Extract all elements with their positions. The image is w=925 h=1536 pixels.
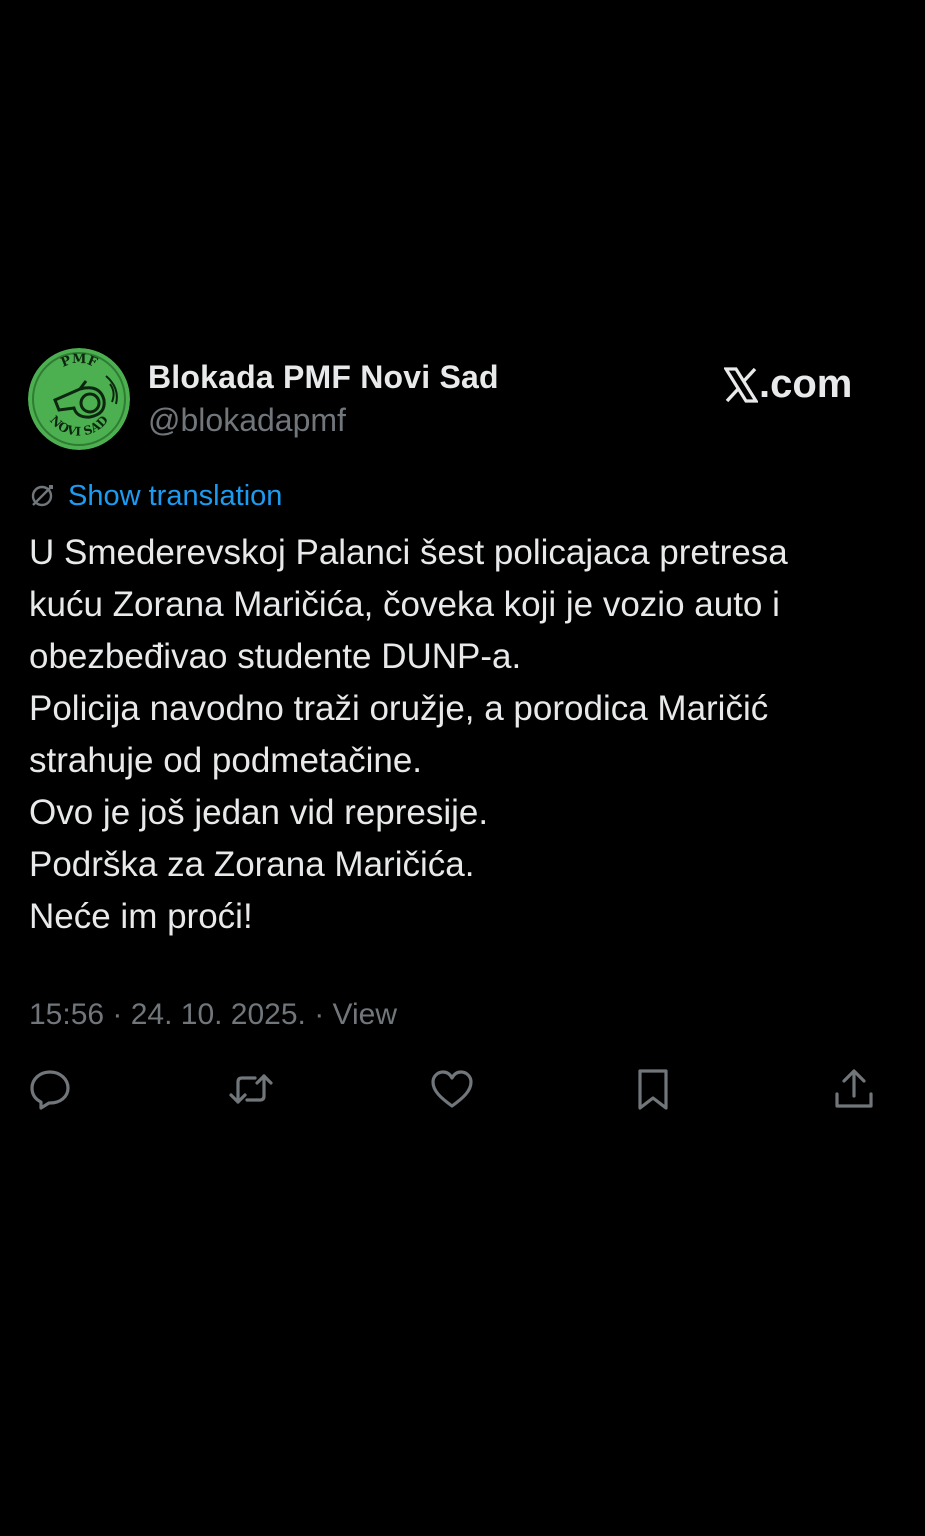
show-translation[interactable]: Show translation: [29, 478, 282, 514]
tweet-actions: [0, 1066, 925, 1116]
reply-button[interactable]: [27, 1066, 73, 1112]
translate-icon: [29, 483, 55, 509]
like-icon: [431, 1070, 473, 1108]
tweet-body: U Smederevskoj Palanci šest policajaca p…: [29, 527, 909, 943]
tweet-body-line: U Smederevskoj Palanci šest policajaca p…: [29, 533, 788, 572]
tweet-body-line: obezbeđivao studente DUNP-a.: [29, 637, 522, 676]
tweet-timestamp[interactable]: 15:56 · 24. 10. 2025. · View: [29, 998, 397, 1032]
tweet-body-line: kuću Zorana Maričića, čoveka koji je voz…: [29, 585, 780, 624]
author-handle[interactable]: @blokadapmf: [148, 402, 346, 439]
share-icon: [835, 1069, 873, 1108]
pmf-logo-icon: PMF NOVI SAD: [28, 348, 130, 450]
like-button[interactable]: [429, 1066, 475, 1112]
retweet-icon: [229, 1074, 273, 1104]
author-display-name[interactable]: Blokada PMF Novi Sad: [148, 359, 499, 396]
share-button[interactable]: [831, 1066, 877, 1112]
tweet-body-line: Ovo je još jedan vid represije.: [29, 793, 489, 832]
tweet-card: PMF NOVI SAD Blokada PMF Novi Sad @bloka…: [0, 0, 925, 1536]
show-translation-link[interactable]: Show translation: [68, 480, 282, 513]
retweet-button[interactable]: [228, 1066, 274, 1112]
bookmark-button[interactable]: [630, 1066, 676, 1112]
brand-domain: .com: [759, 362, 853, 406]
tweet-body-line: Policija navodno traži oružje, a porodic…: [29, 689, 769, 728]
x-brand: .com: [723, 362, 853, 407]
tweet-body-line: strahuje od podmetačine.: [29, 741, 423, 780]
bookmark-icon: [638, 1069, 668, 1110]
author-avatar[interactable]: PMF NOVI SAD: [28, 348, 130, 450]
tweet-body-line: Podrška za Zorana Maričića.: [29, 845, 475, 884]
reply-icon: [30, 1070, 70, 1110]
tweet-body-line: Neće im proći!: [29, 897, 253, 936]
x-logo-icon: [723, 366, 759, 403]
